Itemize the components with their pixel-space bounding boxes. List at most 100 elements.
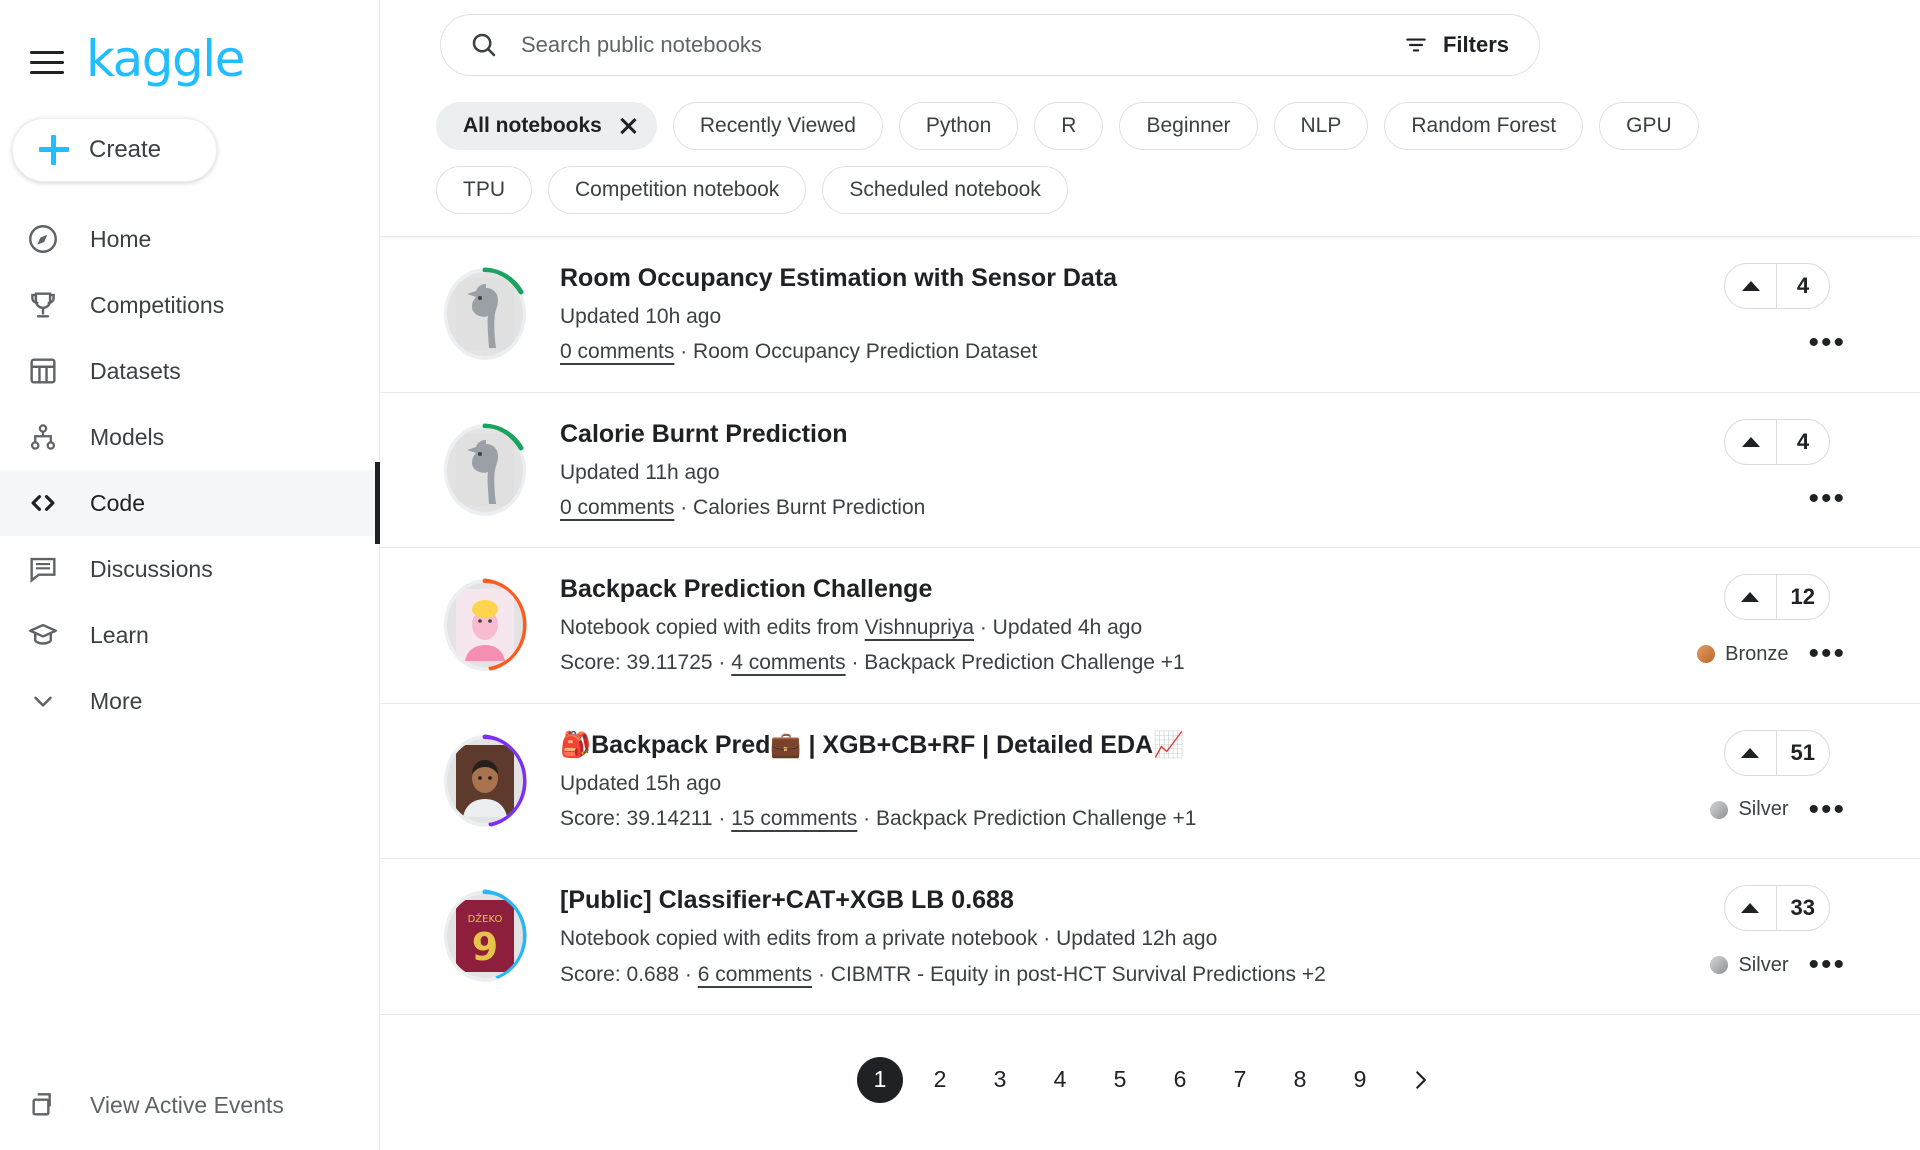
sidebar-item-discussions[interactable]: Discussions xyxy=(0,536,379,602)
table-row[interactable]: 🎒Backpack Pred💼 | XGB+CB+RF | Detailed E… xyxy=(380,704,1920,860)
chip-random-forest[interactable]: Random Forest xyxy=(1384,102,1584,150)
sidebar-item-home[interactable]: Home xyxy=(0,206,379,272)
table-row[interactable]: Backpack Prediction Challenge Notebook c… xyxy=(380,548,1920,704)
overflow-menu-icon[interactable]: ••• xyxy=(1804,639,1850,669)
kaggle-logo[interactable]: kaggle xyxy=(86,34,245,84)
row-badges: Silver ••• xyxy=(1710,950,1850,980)
silver-medal-icon xyxy=(1710,956,1729,975)
sidebar-item-datasets[interactable]: Datasets xyxy=(0,338,379,404)
chip-beginner[interactable]: Beginner xyxy=(1119,102,1258,150)
comments-link[interactable]: 15 comments xyxy=(731,807,857,830)
page-2[interactable]: 2 xyxy=(917,1057,963,1103)
row-badges: Bronze ••• xyxy=(1697,639,1850,669)
row-actions: 4 ••• xyxy=(1590,418,1890,513)
page-9[interactable]: 9 xyxy=(1337,1057,1383,1103)
table-row[interactable]: DŽEKO 9 [Public] Classifier+CAT+XGB LB 0… xyxy=(380,859,1920,1015)
kaggle-notebooks-page: kaggle Create Home Competitions Datasets… xyxy=(0,0,1920,1150)
filters-button[interactable]: Filters xyxy=(1403,32,1515,58)
comments-link[interactable]: 0 comments xyxy=(560,340,674,363)
sidebar-nav: Home Competitions Datasets Models Code D… xyxy=(0,206,380,734)
search-bar[interactable]: Filters xyxy=(440,14,1540,76)
comments-link[interactable]: 0 comments xyxy=(560,496,674,519)
overflow-menu-icon[interactable]: ••• xyxy=(1804,483,1850,513)
overflow-menu-icon[interactable]: ••• xyxy=(1804,950,1850,980)
create-button[interactable]: Create xyxy=(12,118,217,182)
avatar-image xyxy=(447,583,523,668)
chip-gpu[interactable]: GPU xyxy=(1599,102,1699,150)
sidebar-item-learn[interactable]: Learn xyxy=(0,602,379,668)
notebook-title[interactable]: [Public] Classifier+CAT+XGB LB 0.688 xyxy=(560,885,1570,915)
upvote-caret-icon[interactable] xyxy=(1725,575,1777,620)
avatar[interactable]: DŽEKO 9 xyxy=(436,887,534,985)
sidebar-item-label: Datasets xyxy=(90,357,181,384)
page-7[interactable]: 7 xyxy=(1217,1057,1263,1103)
notebook-title[interactable]: Calorie Burnt Prediction xyxy=(560,419,1570,449)
chip-all-notebooks[interactable]: All notebooks xyxy=(436,102,657,150)
sidebar-item-code[interactable]: Code xyxy=(0,462,380,544)
graduation-cap-icon xyxy=(24,616,62,654)
close-icon[interactable] xyxy=(618,116,638,136)
sidebar-item-label: Home xyxy=(90,225,152,252)
page-1[interactable]: 1 xyxy=(857,1056,903,1103)
sidebar-item-models[interactable]: Models xyxy=(0,404,379,470)
avatar-image: DŽEKO 9 xyxy=(447,894,523,979)
comments-link[interactable]: 6 comments xyxy=(698,963,812,986)
upvote-caret-icon[interactable] xyxy=(1725,419,1777,464)
table-row[interactable]: Room Occupancy Estimation with Sensor Da… xyxy=(380,237,1920,393)
avatar[interactable] xyxy=(436,576,534,674)
upvote-button[interactable]: 33 xyxy=(1723,885,1830,932)
chip-tpu[interactable]: TPU xyxy=(436,166,532,214)
upvote-caret-icon[interactable] xyxy=(1725,886,1777,931)
overflow-menu-icon[interactable]: ••• xyxy=(1804,328,1850,358)
avatar[interactable] xyxy=(436,265,534,363)
upvote-button[interactable]: 4 xyxy=(1724,263,1830,309)
view-active-events-button[interactable]: View Active Events xyxy=(0,1086,379,1150)
notebook-subtitle: Notebook copied with edits from Vishnupr… xyxy=(560,614,1570,641)
sidebar-item-more[interactable]: More xyxy=(0,668,379,734)
page-4[interactable]: 4 xyxy=(1037,1057,1083,1103)
trophy-icon xyxy=(24,286,62,324)
page-3[interactable]: 3 xyxy=(977,1057,1023,1103)
comments-link[interactable]: 4 comments xyxy=(731,651,845,674)
chevron-down-icon xyxy=(24,682,62,720)
sidebar-item-competitions[interactable]: Competitions xyxy=(0,272,379,338)
notebook-title[interactable]: 🎒Backpack Pred💼 | XGB+CB+RF | Detailed E… xyxy=(560,730,1570,760)
sidebar-item-label: Learn xyxy=(90,621,149,648)
row-body: Backpack Prediction Challenge Notebook c… xyxy=(560,574,1590,677)
sidebar-item-label: Models xyxy=(90,423,165,450)
page-6[interactable]: 6 xyxy=(1157,1057,1203,1103)
avatar[interactable] xyxy=(436,732,534,830)
row-badges: ••• xyxy=(1804,483,1850,513)
filter-chips: All notebooks Recently Viewed Python R B… xyxy=(380,76,1800,214)
search-input[interactable] xyxy=(521,32,1403,58)
chip-scheduled-notebook[interactable]: Scheduled notebook xyxy=(822,166,1068,214)
chip-nlp[interactable]: NLP xyxy=(1273,102,1369,150)
subtitle-suffix: · Updated 4h ago xyxy=(974,616,1143,640)
status-badge: Bronze xyxy=(1697,643,1788,666)
upvote-button[interactable]: 12 xyxy=(1723,574,1830,621)
table-row[interactable]: Calorie Burnt Prediction Updated 11h ago… xyxy=(380,393,1920,549)
upvote-button[interactable]: 4 xyxy=(1724,418,1830,465)
medal-label: Silver xyxy=(1738,953,1789,976)
upvote-button[interactable]: 51 xyxy=(1723,729,1830,776)
meta-suffix: · Backpack Prediction Challenge +1 xyxy=(857,807,1197,831)
notebook-title[interactable]: Room Occupancy Estimation with Sensor Da… xyxy=(560,263,1570,293)
notebook-title[interactable]: Backpack Prediction Challenge xyxy=(560,574,1570,604)
chip-competition-notebook[interactable]: Competition notebook xyxy=(548,166,807,214)
notebook-meta: Score: 39.11725 · 4 comments · Backpack … xyxy=(560,649,1570,676)
hamburger-menu-icon[interactable] xyxy=(30,47,64,77)
chip-r[interactable]: R xyxy=(1034,102,1104,150)
avatar[interactable] xyxy=(436,421,534,519)
upvote-caret-icon[interactable] xyxy=(1725,730,1777,775)
chevron-right-icon[interactable] xyxy=(1397,1057,1443,1103)
author-link[interactable]: Vishnupriya xyxy=(865,616,974,639)
upvote-caret-icon[interactable] xyxy=(1725,264,1777,308)
notebook-meta: 0 comments · Room Occupancy Prediction D… xyxy=(560,338,1570,365)
row-badges: Silver ••• xyxy=(1710,794,1850,824)
chip-recently-viewed[interactable]: Recently Viewed xyxy=(672,102,883,150)
chip-python[interactable]: Python xyxy=(898,102,1019,150)
page-8[interactable]: 8 xyxy=(1277,1057,1323,1103)
meta-suffix: · Calories Burnt Prediction xyxy=(674,495,926,519)
overflow-menu-icon[interactable]: ••• xyxy=(1804,794,1850,824)
page-5[interactable]: 5 xyxy=(1097,1057,1143,1103)
